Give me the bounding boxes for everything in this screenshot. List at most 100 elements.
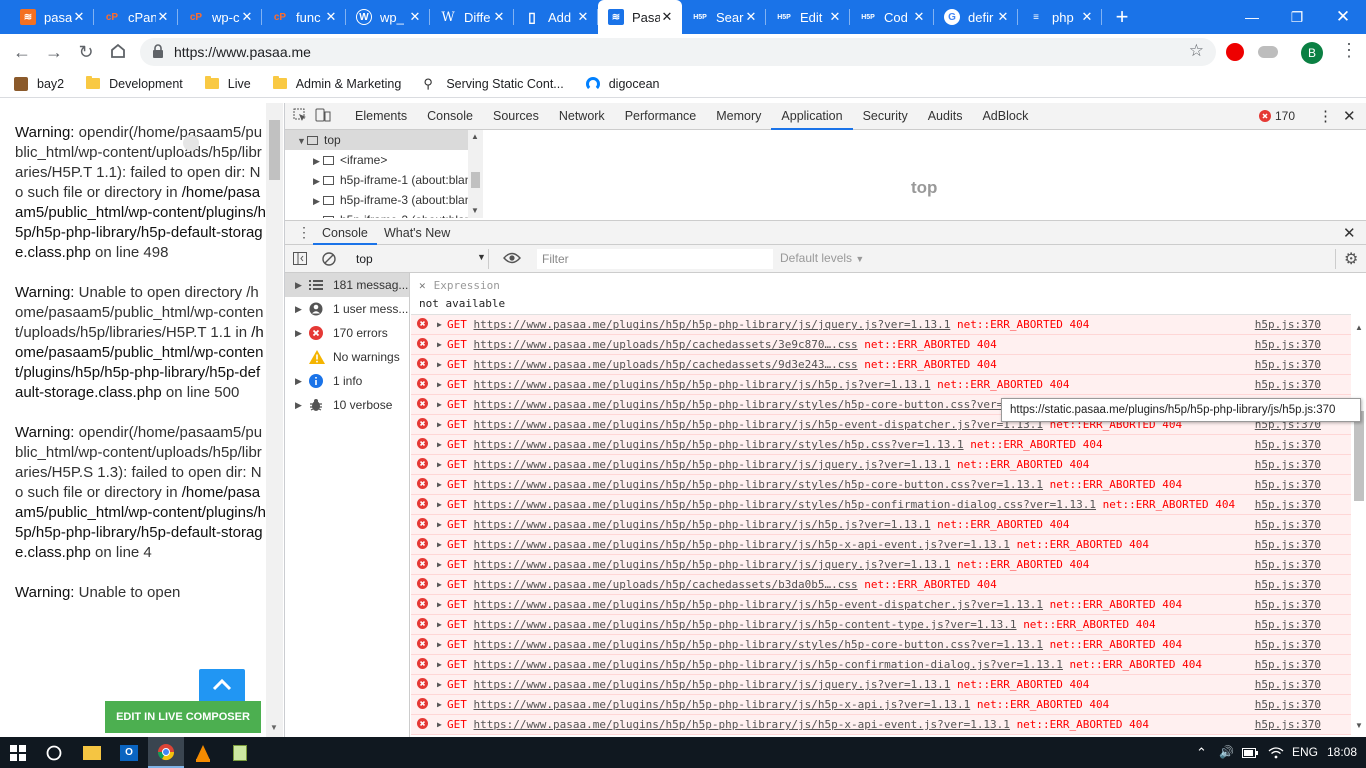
log-source-link[interactable]: h5p.js:370: [1255, 358, 1321, 371]
browser-tab[interactable]: H5P Cod ✕: [850, 0, 934, 34]
expand-right-icon[interactable]: ▶: [437, 700, 444, 709]
expand-right-icon[interactable]: ▶: [295, 400, 309, 411]
browser-tab[interactable]: H5P Sear ✕: [682, 0, 766, 34]
console-sidebar-item[interactable]: ▶ 170 errors: [285, 321, 409, 345]
expand-right-icon[interactable]: ▶: [313, 151, 323, 171]
log-source-link[interactable]: h5p.js:370: [1255, 498, 1321, 511]
log-url-link[interactable]: https://www.pasaa.me/plugins/h5p/h5p-php…: [474, 438, 964, 451]
console-log-row[interactable]: ▶ GET https://www.pasaa.me/uploads/h5p/ca…: [411, 575, 1351, 595]
console-log-row[interactable]: ▶ GET https://www.pasaa.me/plugins/h5p/h5…: [411, 535, 1351, 555]
close-drawer-button[interactable]: ✕: [1343, 224, 1356, 242]
drawer-menu-icon[interactable]: ⋮: [297, 224, 311, 241]
expand-right-icon[interactable]: ▶: [437, 600, 444, 609]
log-source-link[interactable]: h5p.js:370: [1255, 318, 1321, 331]
sidebar-toggle-icon[interactable]: [293, 252, 307, 268]
cloud-extension-icon[interactable]: [1258, 46, 1278, 58]
page-scrollbar[interactable]: ▼: [266, 103, 283, 737]
browser-tab[interactable]: W Diffe ✕: [430, 0, 514, 34]
forward-button[interactable]: →: [44, 42, 64, 62]
clear-console-icon[interactable]: [322, 252, 336, 269]
log-url-link[interactable]: https://www.pasaa.me/plugins/h5p/h5p-php…: [474, 658, 1063, 671]
adblock-extension-icon[interactable]: [1226, 43, 1244, 61]
console-log-row[interactable]: ▶ GET https://www.pasaa.me/plugins/h5p/h5…: [411, 475, 1351, 495]
log-source-link[interactable]: h5p.js:370: [1255, 538, 1321, 551]
log-source-link[interactable]: h5p.js:370: [1255, 658, 1321, 671]
browser-tab[interactable]: Wwp_ ✕: [346, 0, 430, 34]
file-explorer-icon[interactable]: [74, 737, 110, 768]
console-log-row[interactable]: ▶ GET https://www.pasaa.me/plugins/h5p/h5…: [411, 615, 1351, 635]
console-log-row[interactable]: ▶ GET https://www.pasaa.me/plugins/h5p/h5…: [411, 655, 1351, 675]
expand-right-icon[interactable]: ▶: [437, 520, 444, 529]
console-log-row[interactable]: ▶ GET https://www.pasaa.me/plugins/h5p/h5…: [411, 375, 1351, 395]
browser-tab[interactable]: cP cPan ✕: [94, 0, 178, 34]
browser-tab[interactable]: H5P Edit ✕: [766, 0, 850, 34]
close-tab-icon[interactable]: ✕: [156, 9, 170, 25]
log-source-link[interactable]: h5p.js:370: [1255, 558, 1321, 571]
minimize-button[interactable]: —: [1229, 0, 1275, 34]
profile-avatar[interactable]: B: [1301, 42, 1323, 64]
console-log-row[interactable]: ▶ GET https://www.pasaa.me/plugins/h5p/h5…: [411, 635, 1351, 655]
wifi-icon[interactable]: [1268, 737, 1284, 768]
reload-button[interactable]: ↻: [76, 42, 96, 62]
log-source-link[interactable]: h5p.js:370: [1255, 618, 1321, 631]
expand-right-icon[interactable]: ▶: [437, 480, 444, 489]
filter-input[interactable]: Filter: [537, 249, 773, 269]
devtools-tab-elements[interactable]: Elements: [345, 103, 417, 130]
expand-right-icon[interactable]: ▶: [437, 720, 444, 729]
close-tab-icon[interactable]: ✕: [72, 9, 86, 25]
live-expression-eye-icon[interactable]: [503, 251, 521, 268]
log-source-link[interactable]: h5p.js:370: [1255, 698, 1321, 711]
console-log-row[interactable]: ▶ GET https://www.pasaa.me/plugins/h5p/h5…: [411, 435, 1351, 455]
log-url-link[interactable]: https://www.pasaa.me/plugins/h5p/h5p-php…: [474, 638, 1044, 651]
chrome-taskbar-icon[interactable]: [148, 737, 184, 768]
browser-tab[interactable]: cP func ✕: [262, 0, 346, 34]
volume-icon[interactable]: 🔊: [1219, 737, 1234, 768]
close-tab-icon[interactable]: ✕: [576, 9, 590, 25]
close-tab-icon[interactable]: ✕: [492, 9, 506, 25]
log-source-link[interactable]: h5p.js:370: [1255, 378, 1321, 391]
expand-right-icon[interactable]: ▶: [437, 320, 444, 329]
devtools-tab-audits[interactable]: Audits: [918, 103, 973, 130]
expand-right-icon[interactable]: ▶: [437, 620, 444, 629]
close-tab-icon[interactable]: ✕: [324, 9, 338, 25]
log-source-link[interactable]: h5p.js:370: [1255, 438, 1321, 451]
close-tab-icon[interactable]: ✕: [912, 9, 926, 25]
start-button[interactable]: [0, 737, 36, 768]
console-log-row[interactable]: ▶ GET https://www.pasaa.me/uploads/h5p/ca…: [411, 335, 1351, 355]
console-log-row[interactable]: ▶ GET https://www.pasaa.me/plugins/h5p/h5…: [411, 695, 1351, 715]
frame-tree-item[interactable]: ▶ h5p-iframe-3 (about:blan: [285, 190, 482, 210]
log-url-link[interactable]: https://www.pasaa.me/uploads/h5p/cacheda…: [474, 578, 858, 591]
home-button[interactable]: [108, 42, 128, 62]
log-source-link[interactable]: h5p.js:370: [1255, 458, 1321, 471]
log-levels-select[interactable]: Default levels ▼: [780, 251, 864, 265]
log-source-link[interactable]: h5p.js:370: [1255, 678, 1321, 691]
console-scrollbar[interactable]: ▲ ▼: [1351, 321, 1366, 737]
expand-right-icon[interactable]: ▶: [437, 380, 444, 389]
log-url-link[interactable]: https://www.pasaa.me/plugins/h5p/h5p-php…: [474, 618, 1017, 631]
log-url-link[interactable]: https://www.pasaa.me/plugins/h5p/h5p-php…: [474, 698, 971, 711]
console-sidebar-item[interactable]: ▶ 1 user mess...: [285, 297, 409, 321]
devtools-tab-memory[interactable]: Memory: [706, 103, 771, 130]
frame-tree-item[interactable]: ▶ h5p-iframe-1 (about:blan: [285, 170, 482, 190]
frame-tree-item[interactable]: ▼ top: [285, 130, 482, 150]
back-button[interactable]: ←: [12, 42, 32, 62]
expand-right-icon[interactable]: ▶: [437, 560, 444, 569]
bookmark-item[interactable]: digocean: [585, 76, 659, 91]
devtools-tab-sources[interactable]: Sources: [483, 103, 549, 130]
expand-right-icon[interactable]: ▶: [437, 460, 444, 469]
log-url-link[interactable]: https://www.pasaa.me/plugins/h5p/h5p-php…: [474, 378, 931, 391]
expand-right-icon[interactable]: ▶: [295, 328, 309, 339]
bookmark-item[interactable]: Live: [204, 76, 251, 91]
expand-right-icon[interactable]: ▶: [437, 360, 444, 369]
chrome-menu-icon[interactable]: ⋮: [1340, 40, 1358, 60]
expand-right-icon[interactable]: ▶: [437, 440, 444, 449]
log-url-link[interactable]: https://www.pasaa.me/plugins/h5p/h5p-php…: [474, 458, 951, 471]
console-log-row[interactable]: ▶ GET https://www.pasaa.me/plugins/h5p/h5…: [411, 595, 1351, 615]
notepad-icon[interactable]: [222, 737, 258, 768]
close-window-button[interactable]: ✕: [1320, 0, 1366, 34]
log-url-link[interactable]: https://www.pasaa.me/plugins/h5p/h5p-php…: [474, 538, 1010, 551]
console-sidebar-item[interactable]: No warnings: [285, 345, 409, 369]
log-url-link[interactable]: https://www.pasaa.me/uploads/h5p/cacheda…: [474, 338, 858, 351]
error-counter[interactable]: 170: [1259, 109, 1295, 123]
console-log-row[interactable]: ▶ GET https://www.pasaa.me/plugins/h5p/h5…: [411, 675, 1351, 695]
